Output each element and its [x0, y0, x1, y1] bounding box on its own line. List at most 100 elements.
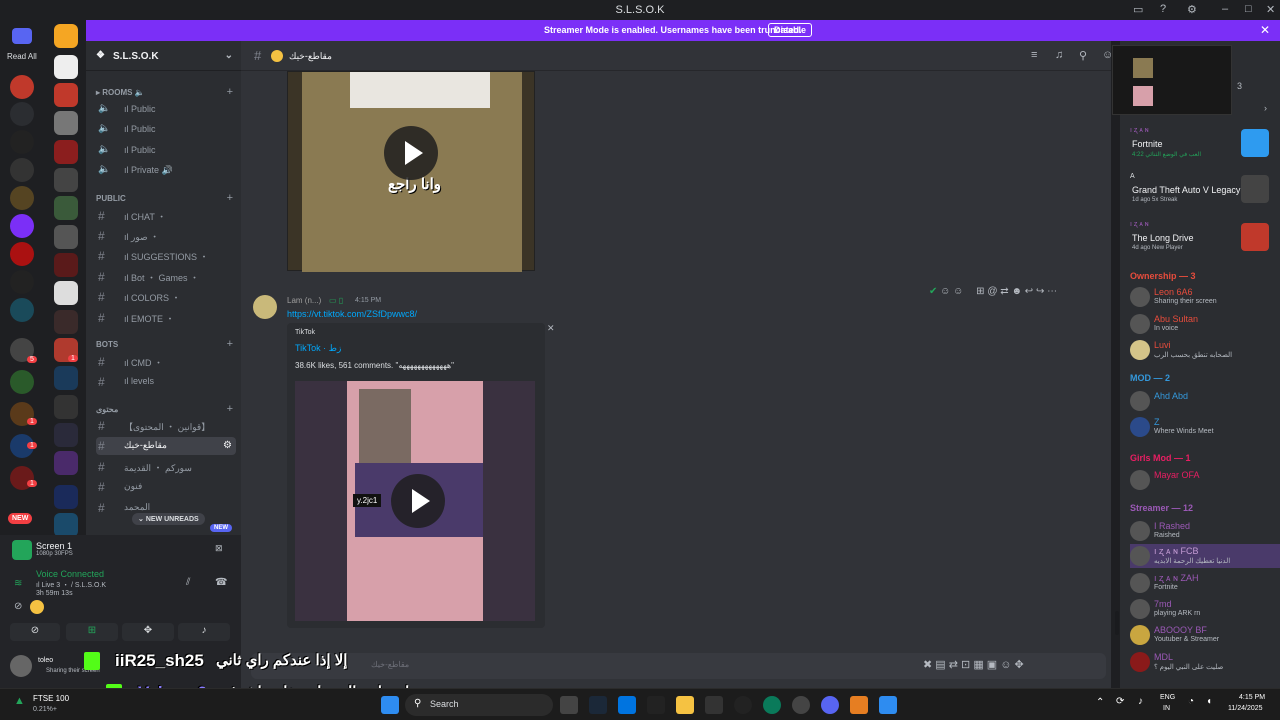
epic-games-icon[interactable]	[647, 696, 665, 714]
minimize-button[interactable]: –	[1222, 3, 1228, 15]
text-channel[interactable]: # ıl CMD ・	[96, 353, 236, 371]
category-rooms[interactable]: ▸ ROOMS 🔈	[96, 88, 145, 97]
stream-preview[interactable]	[1112, 45, 1232, 115]
add-channel-icon[interactable]: +	[227, 192, 233, 204]
steam-icon[interactable]	[589, 696, 607, 714]
server-icon[interactable]	[10, 270, 34, 294]
gift-icon[interactable]: ⊡	[961, 659, 970, 671]
avatar[interactable]	[10, 655, 32, 677]
threads-icon[interactable]: ≡	[1031, 49, 1037, 61]
server-icon[interactable]	[54, 111, 78, 135]
app-icon[interactable]	[705, 696, 723, 714]
member-item[interactable]: Ahd Abd	[1130, 389, 1280, 413]
server-icon[interactable]	[54, 83, 78, 107]
server-icon[interactable]	[10, 102, 34, 126]
member-item[interactable]: MDL صليت على النبي اليوم ؟	[1130, 650, 1280, 674]
reaction-icon[interactable]: ☺	[953, 286, 963, 297]
text-channel[interactable]: # ıl EMOTE ・	[96, 309, 236, 327]
stop-stream-icon[interactable]: ⊠	[215, 543, 223, 554]
activity-card[interactable]: ı ʐ ᴀ ɴ The Long Drive 4d ago New Player	[1130, 221, 1280, 251]
gear-icon[interactable]: ⚙	[223, 440, 232, 451]
translate-icon[interactable]: ⇄	[949, 659, 958, 671]
member-item[interactable]: I Rashed Raished	[1130, 519, 1280, 543]
server-icon[interactable]	[10, 130, 34, 154]
message-link[interactable]: https://vt.tiktok.com/ZSfDpwwc8/	[287, 309, 417, 319]
add-channel-icon[interactable]: +	[227, 86, 233, 98]
bell-icon[interactable]: ♫	[1055, 49, 1063, 61]
server-icon[interactable]	[10, 75, 34, 99]
server-icon[interactable]	[10, 242, 34, 266]
inbox-icon[interactable]: ▭	[1133, 3, 1143, 16]
text-channel[interactable]: # ıl CHAT ・	[96, 207, 236, 225]
pin-icon[interactable]: ⚲	[1079, 49, 1087, 62]
text-channel[interactable]: # 【قوانين ・ المحتوى】	[96, 417, 236, 435]
avatar[interactable]	[253, 295, 277, 319]
apps-icon[interactable]: ✥	[1015, 659, 1024, 671]
activities-button[interactable]: ✥	[122, 623, 174, 641]
language-code[interactable]: ENG	[1160, 694, 1175, 701]
wifi-icon[interactable]: ◔	[1188, 696, 1194, 707]
server-icon[interactable]	[10, 298, 34, 322]
mic-icon[interactable]: ♪	[1138, 696, 1143, 707]
member-item[interactable]: Leon 6A6 Sharing their screen	[1130, 285, 1280, 309]
server-icon[interactable]	[54, 310, 78, 334]
server-icon[interactable]	[54, 451, 78, 475]
chevron-up-icon[interactable]: ⌃	[1096, 697, 1104, 708]
server-icon[interactable]	[54, 196, 78, 220]
embed-title[interactable]: TikTok · زط	[295, 343, 341, 354]
message-author[interactable]: Lam (n...)	[287, 296, 321, 305]
server-icon[interactable]	[54, 281, 78, 305]
taskbar-search[interactable]: ⚲ Search	[405, 694, 553, 716]
server-icon[interactable]	[10, 370, 34, 394]
server-icon[interactable]	[54, 366, 78, 390]
soundboard-button[interactable]: ♪	[178, 623, 230, 641]
add-channel-icon[interactable]: +	[227, 338, 233, 350]
member-item[interactable]: Z Where Winds Meet	[1130, 415, 1280, 439]
more-icon[interactable]: ⋯	[1047, 286, 1057, 297]
gif-icon[interactable]: ▦	[973, 659, 983, 671]
app-icon[interactable]	[618, 696, 636, 714]
screen-share-button[interactable]: ⊞	[66, 623, 118, 641]
member-item[interactable]: Abu Sultan In voice	[1130, 312, 1280, 336]
close-icon[interactable]: ✕	[547, 323, 555, 334]
camera-button[interactable]: ⊘	[10, 623, 60, 641]
server-icon[interactable]	[54, 140, 78, 164]
settings-icon[interactable]: ⚙	[1187, 3, 1197, 16]
chevron-right-icon[interactable]: ›	[1264, 103, 1267, 113]
apps-icon[interactable]: ⊞	[976, 286, 984, 297]
disconnect-icon[interactable]: ☎	[215, 577, 227, 588]
server-header[interactable]: ❖ S.L.S.O.K ⌄	[86, 41, 241, 71]
text-channel[interactable]: # ıl صور ・	[96, 227, 236, 245]
check-icon[interactable]: ✔	[929, 286, 937, 297]
gif-icon[interactable]: ▤	[935, 659, 945, 671]
add-reaction-icon[interactable]: ☻	[1011, 286, 1022, 297]
activity-card[interactable]: ı ʐ ᴀ ɴ Fortnite 4:22 العب في الوضع الثن…	[1130, 127, 1280, 158]
clock-time[interactable]: 4:15 PM	[1239, 694, 1265, 701]
category-bots[interactable]: BOTS	[96, 340, 118, 349]
close-button[interactable]: ✕	[1266, 3, 1275, 16]
maximize-button[interactable]: □	[1245, 3, 1252, 15]
server-icon[interactable]	[54, 485, 78, 509]
task-view-icon[interactable]	[560, 696, 578, 714]
server-icon[interactable]	[54, 423, 78, 447]
add-channel-icon[interactable]: +	[227, 403, 233, 415]
reply-icon[interactable]: ↩	[1025, 286, 1033, 297]
app-icon[interactable]	[879, 696, 897, 714]
app-icon[interactable]	[734, 696, 752, 714]
message-input[interactable]: مقاطع-خيك ✖ ▤ ⇄ ⊡ ▦ ▣ ☺ ✥	[251, 653, 1106, 679]
member-item[interactable]: ı ʐ ᴀ ɴ FCB الدنيا تعطيك الرحمة الابديه	[1130, 544, 1280, 568]
scrollbar-thumb[interactable]	[1115, 611, 1119, 635]
text-channel[interactable]: # ıl Bot ・ Games ・	[96, 268, 236, 286]
signal-icon[interactable]: ≋	[14, 578, 22, 589]
sticker-icon[interactable]: ▣	[987, 659, 997, 671]
voice-channel[interactable]: 🔈 ıl Private 🔊	[96, 162, 236, 180]
member-item[interactable]: Mayar OFA	[1130, 468, 1280, 492]
category-content[interactable]: محتوى	[96, 405, 118, 414]
play-icon[interactable]	[384, 126, 438, 180]
text-channel[interactable]: # سوركم ・ القديمة	[96, 458, 236, 476]
forward-icon[interactable]: ↪	[1036, 286, 1044, 297]
server-icon[interactable]	[54, 513, 78, 537]
member-item[interactable]: ı ʐ ᴀ ɴ ZAH Fortnite	[1130, 571, 1280, 595]
emoji-icon[interactable]: ☺	[1000, 659, 1011, 671]
help-icon[interactable]: ?	[1160, 3, 1166, 15]
